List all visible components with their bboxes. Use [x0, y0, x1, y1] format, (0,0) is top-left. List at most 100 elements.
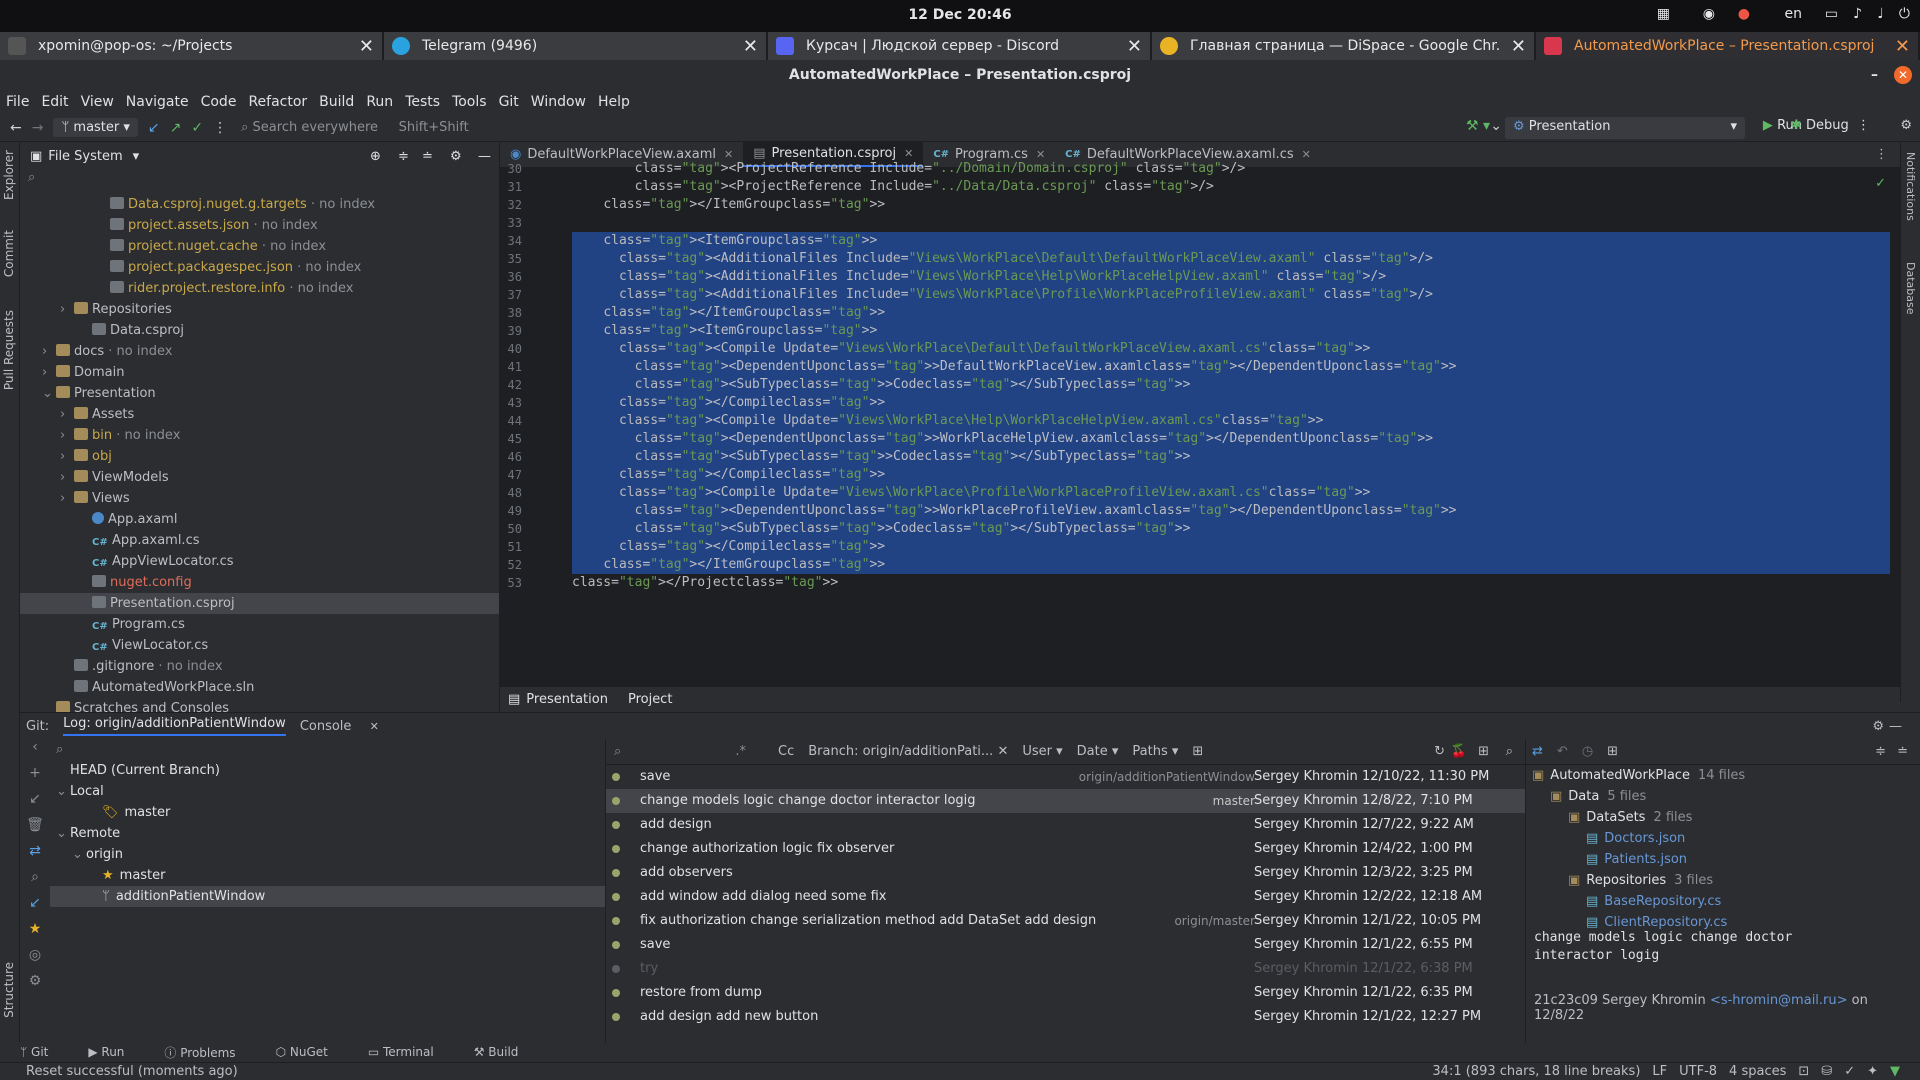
- pull-icon[interactable]: ↙: [20, 895, 50, 921]
- changed-file-item[interactable]: ▣ Repositories 3 files: [1526, 870, 1920, 891]
- tab-git-log[interactable]: Log: origin/additionPatientWindow: [63, 716, 286, 736]
- structure-tool-tab[interactable]: Structure: [2, 962, 16, 1018]
- search-everywhere[interactable]: ⌕ Search everywhere Shift+Shift: [241, 120, 469, 135]
- tree-item[interactable]: ⌄ Presentation: [20, 383, 499, 404]
- branch-item[interactable]: 🏷 master: [50, 802, 605, 823]
- menu-tests[interactable]: Tests: [405, 94, 440, 110]
- volume-icon[interactable]: ♪: [1853, 6, 1862, 22]
- inspection-ok-icon[interactable]: ✓: [1875, 176, 1886, 191]
- collapse-all-icon[interactable]: ≐: [1897, 744, 1908, 759]
- build-hammer-icon[interactable]: ⚒ ▾: [1466, 118, 1490, 134]
- ai-assistant-icon[interactable]: ✦: [1867, 1064, 1878, 1079]
- breadcrumb-presentation[interactable]: Presentation: [526, 692, 608, 707]
- tree-item[interactable]: rider.project.restore.info · no index: [20, 278, 499, 299]
- tool-run[interactable]: ▶ Run: [88, 1045, 144, 1059]
- chevron-right-icon[interactable]: ›: [42, 362, 56, 383]
- tool-terminal[interactable]: ▭ Terminal: [368, 1045, 454, 1059]
- tool-build[interactable]: ⚒ Build: [474, 1045, 539, 1059]
- code-editor[interactable]: 30 class="tag"><ProjectReference Include…: [500, 161, 1900, 686]
- commit-row[interactable]: save origin/additionPatientWindow Sergey K…: [606, 765, 1525, 789]
- project-search-icon[interactable]: ⌕: [20, 170, 499, 194]
- date-filter[interactable]: Date ▾: [1077, 744, 1119, 759]
- hide-icon[interactable]: —: [478, 149, 491, 164]
- os-tab-telegram[interactable]: Telegram (9496) ✕: [384, 32, 768, 60]
- commit-row[interactable]: add design add new button Sergey Khromin 1…: [606, 1005, 1525, 1029]
- author-email-link[interactable]: <s-hromin@mail.ru>: [1710, 993, 1848, 1008]
- power-icon[interactable]: ⏻: [1899, 6, 1910, 22]
- locate-icon[interactable]: ⊕: [370, 149, 381, 164]
- chevron-down-icon[interactable]: ⌄: [42, 383, 56, 404]
- os-tab-terminal[interactable]: xpomin@pop-os: ~/Projects ✕: [0, 32, 384, 60]
- tree-item[interactable]: › ViewModels: [20, 467, 499, 488]
- tree-item[interactable]: › Views: [20, 488, 499, 509]
- add-icon[interactable]: +: [20, 765, 50, 791]
- changed-file-item[interactable]: ▣ AutomatedWorkPlace 14 files: [1526, 765, 1920, 786]
- tool-problems[interactable]: ⓘ Problems: [164, 1044, 255, 1061]
- tree-item[interactable]: nuget.config: [20, 572, 499, 593]
- settings-icon[interactable]: ⚙: [20, 973, 50, 999]
- tree-item[interactable]: › bin · no index: [20, 425, 499, 446]
- close-icon[interactable]: ✕: [1511, 36, 1526, 57]
- database-tool-tab[interactable]: Database: [1904, 262, 1917, 315]
- minimize-button[interactable]: –: [1871, 60, 1878, 90]
- screen-icon[interactable]: ▭: [1825, 6, 1838, 22]
- menu-refactor[interactable]: Refactor: [248, 94, 307, 110]
- menu-view[interactable]: View: [81, 94, 114, 110]
- menu-run[interactable]: Run: [366, 94, 393, 110]
- microphone-icon[interactable]: ♩: [1877, 6, 1884, 22]
- log-search-input[interactable]: ⌕ .*: [614, 744, 764, 759]
- delete-icon[interactable]: 🗑: [20, 817, 50, 843]
- branch-item[interactable]: ⌄ Local: [50, 781, 605, 802]
- explorer-tool-tab[interactable]: Explorer: [2, 150, 16, 200]
- fetch-icon[interactable]: ⇄: [20, 843, 50, 869]
- gear-icon[interactable]: ⚙: [450, 149, 462, 164]
- tree-item[interactable]: C# App.axaml.cs: [20, 530, 499, 551]
- menu-edit[interactable]: Edit: [41, 94, 68, 110]
- tree-item[interactable]: C# AppViewLocator.cs: [20, 551, 499, 572]
- user-filter[interactable]: User ▾: [1022, 744, 1062, 759]
- lock-icon[interactable]: ⊡: [1798, 1064, 1809, 1079]
- discord-tray-icon[interactable]: ◉: [1703, 6, 1715, 22]
- chevron-right-icon[interactable]: ›: [60, 446, 74, 467]
- hide-icon[interactable]: —: [1889, 719, 1902, 734]
- run-configuration-selector[interactable]: ⚙ Presentation ▾: [1505, 117, 1745, 139]
- more-vertical-icon[interactable]: ⋮: [213, 120, 227, 136]
- gear-icon[interactable]: ⚙: [1872, 719, 1884, 734]
- tree-item[interactable]: Presentation.csproj: [20, 593, 499, 614]
- changed-file-item[interactable]: ▤ BaseRepository.cs: [1526, 891, 1920, 912]
- chevron-right-icon[interactable]: ›: [42, 341, 56, 362]
- changed-file-item[interactable]: ▣ Data 5 files: [1526, 786, 1920, 807]
- push-icon[interactable]: ↗: [170, 120, 182, 136]
- indent-setting[interactable]: 4 spaces: [1729, 1064, 1786, 1079]
- line-number[interactable]: 53: [500, 572, 522, 594]
- menu-window[interactable]: Window: [531, 94, 586, 110]
- chevron-down-icon[interactable]: ⌄: [56, 823, 70, 844]
- expand-all-icon[interactable]: ≑: [1875, 744, 1886, 759]
- tree-item[interactable]: › Repositories: [20, 299, 499, 320]
- revert-icon[interactable]: ↶: [1557, 744, 1568, 759]
- forward-arrow-icon[interactable]: →: [32, 120, 44, 136]
- commit-tool-tab[interactable]: Commit: [2, 230, 16, 277]
- commit-check-icon[interactable]: ✓: [191, 120, 203, 136]
- commit-row[interactable]: fix authorization change serialization m…: [606, 909, 1525, 933]
- chevron-down-icon[interactable]: ▾: [133, 149, 140, 164]
- commit-row[interactable]: restore from dump Sergey Khromin 12/1/22, …: [606, 981, 1525, 1005]
- tree-item[interactable]: › obj: [20, 446, 499, 467]
- chevron-right-icon[interactable]: ›: [60, 299, 74, 320]
- new-tab-icon[interactable]: ⊞: [1192, 744, 1203, 759]
- branch-item[interactable]: HEAD (Current Branch): [50, 760, 605, 781]
- tree-item[interactable]: Scratches and Consoles: [20, 698, 499, 712]
- target-icon[interactable]: ◎: [20, 947, 50, 973]
- commit-row[interactable]: add observers Sergey Khromin 12/3/22, 3:25…: [606, 861, 1525, 885]
- branch-item[interactable]: ⌄ origin: [50, 844, 605, 865]
- commit-row[interactable]: try Sergey Khromin 12/1/22, 6:38 PM: [606, 957, 1525, 981]
- line-separator[interactable]: LF: [1652, 1064, 1667, 1079]
- close-icon[interactable]: ✕: [1895, 36, 1910, 57]
- tray-app-icon[interactable]: ●: [1738, 6, 1750, 22]
- chevron-right-icon[interactable]: ›: [60, 404, 74, 425]
- database-icon[interactable]: ⛁: [1821, 1064, 1832, 1079]
- checkout-icon[interactable]: ↙: [20, 791, 50, 817]
- os-tab-discord[interactable]: Курсач | Людской сервер - Discord ✕: [768, 32, 1152, 60]
- notifications-tool-tab[interactable]: Notifications: [1904, 152, 1917, 221]
- code-line[interactable]: 53 class="tag"></Projectclass="tag">>: [500, 572, 1900, 594]
